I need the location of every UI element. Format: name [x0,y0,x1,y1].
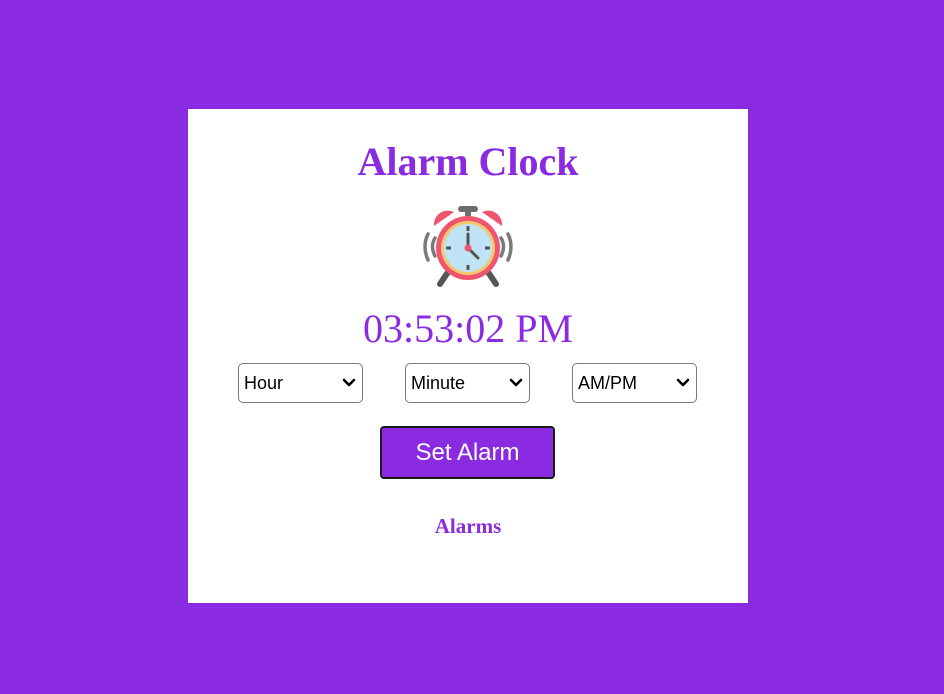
ampm-select-value: AM/PM [578,373,638,393]
current-time: 03:53:02 PM [362,306,574,351]
minute-select-value: Minute [411,373,466,393]
alarms-heading: Alarms [434,514,502,538]
hour-select[interactable]: Hour [238,363,363,403]
set-alarm-button[interactable]: Set Alarm [380,426,555,479]
page-title: Alarm Clock [357,139,579,184]
alarm-clock-card: Alarm Clock 03:53:02 PM Hour Minute AM/P… [188,109,748,603]
chevron-down-icon [676,378,690,387]
chevron-down-icon [342,378,356,387]
minute-select[interactable]: Minute [405,363,530,403]
page-background: { "colors": { "background": "#8a2be2", "… [0,0,944,694]
alarm-clock-icon [416,204,520,288]
chevron-down-icon [509,378,523,387]
ampm-select[interactable]: AM/PM [572,363,697,403]
hour-select-value: Hour [244,373,284,393]
